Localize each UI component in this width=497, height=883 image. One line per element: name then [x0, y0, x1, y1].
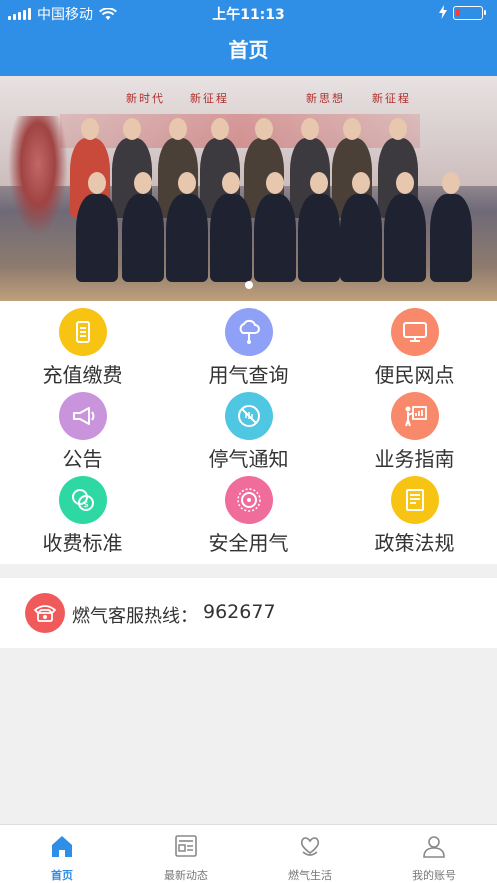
- menu-item-label: 业务指南: [374, 447, 455, 471]
- service-menu: 充值缴费 用气查询 便民网点 公告 停气通知 业务指南 $ 收费标准 安全用气 …: [0, 301, 497, 564]
- menu-item-label: 停气通知: [208, 447, 289, 471]
- banner-person-head: [134, 172, 152, 194]
- banner-person-head: [310, 172, 328, 194]
- page-title: 首页: [228, 38, 269, 62]
- menu-item-usage-query[interactable]: 用气查询: [166, 301, 331, 387]
- menu-item-gas-safety[interactable]: 安全用气: [166, 469, 331, 555]
- banner-person-head: [211, 118, 229, 140]
- banner-person-head: [343, 118, 361, 140]
- menu-item-announcement[interactable]: 公告: [0, 385, 165, 471]
- tab-gas-life[interactable]: 燃气生活: [248, 825, 372, 883]
- banner-person: [122, 194, 164, 282]
- menu-item-business-guide[interactable]: 业务指南: [332, 385, 497, 471]
- banner-person: [340, 194, 382, 282]
- tab-my-account[interactable]: 我的账号: [372, 825, 496, 883]
- banner-person: [430, 194, 472, 282]
- menu-item-label: 政策法规: [374, 531, 455, 555]
- banner-slogan: 新征程: [190, 92, 229, 105]
- home-icon: [52, 836, 72, 857]
- tab-label: 我的账号: [412, 869, 456, 882]
- banner-person-head: [169, 118, 187, 140]
- tab-label: 最新动态: [164, 869, 208, 882]
- menu-item-recharge[interactable]: 充值缴费: [0, 301, 165, 387]
- banner-person-head: [266, 172, 284, 194]
- battery-level: [456, 9, 460, 16]
- tab-news[interactable]: 最新动态: [124, 825, 248, 883]
- battery-icon: [453, 6, 486, 20]
- user-icon: [423, 836, 445, 858]
- banner-carousel[interactable]: 新时代 新征程 新思想 新征程: [0, 76, 497, 301]
- banner-slogan: 新思想: [306, 92, 345, 105]
- banner-person: [298, 194, 340, 282]
- menu-item-label: 充值缴费: [42, 363, 123, 387]
- banner-person-head: [301, 118, 319, 140]
- menu-item-policy[interactable]: 政策法规: [332, 469, 497, 555]
- banner-statue: [8, 116, 68, 236]
- banner-person-head: [352, 172, 370, 194]
- megaphone-icon: [59, 392, 107, 440]
- customer-hotline[interactable]: 燃气客服热线： 962677: [0, 578, 497, 648]
- banner-person-head: [88, 172, 106, 194]
- banner-person: [166, 194, 208, 282]
- banner-person: [76, 194, 118, 282]
- hotline-label: 燃气客服热线：: [72, 606, 198, 627]
- status-bar: 中国移动 上午11:13: [0, 0, 497, 26]
- heart-hand-icon: [300, 837, 320, 856]
- status-time: 上午11:13: [212, 7, 285, 23]
- banner-person-head: [178, 172, 196, 194]
- coins-icon: $: [59, 476, 107, 524]
- charging-icon: [439, 5, 447, 19]
- menu-item-service-points[interactable]: 便民网点: [332, 301, 497, 387]
- tab-label: 首页: [51, 869, 73, 882]
- menu-item-label: 收费标准: [42, 531, 123, 555]
- tab-label: 燃气生活: [288, 869, 332, 882]
- banner-person-head: [123, 118, 141, 140]
- no-gas-icon: [225, 392, 273, 440]
- tab-home[interactable]: 首页: [0, 825, 124, 883]
- tab-bar: 首页 最新动态 燃气生活 我的账号: [0, 824, 497, 883]
- banner-person-head: [389, 118, 407, 140]
- menu-item-gas-outage[interactable]: 停气通知: [166, 385, 331, 471]
- banner-slogan: 新征程: [372, 92, 411, 105]
- cloud-query-icon: [225, 308, 273, 356]
- menu-item-label: 安全用气: [208, 531, 289, 555]
- hotline-number[interactable]: 962677: [203, 601, 276, 623]
- monitor-icon: [391, 308, 439, 356]
- menu-item-label: 便民网点: [374, 363, 455, 387]
- nav-bar: 首页: [0, 26, 497, 76]
- banner-person-head: [396, 172, 414, 194]
- document-icon: [391, 476, 439, 524]
- menu-item-label: 用气查询: [208, 363, 289, 387]
- banner-red-banner: [60, 114, 420, 148]
- banner-person: [384, 194, 426, 282]
- carousel-dots: [0, 281, 497, 289]
- carousel-dot-active[interactable]: [244, 281, 253, 289]
- telephone-icon: [25, 593, 65, 633]
- safety-dial-icon: [225, 476, 273, 524]
- banner-person-head: [81, 118, 99, 140]
- presentation-icon: [391, 392, 439, 440]
- banner-person-head: [442, 172, 460, 194]
- banner-person-head: [255, 118, 273, 140]
- banner-slogan: 新时代: [126, 92, 165, 105]
- menu-item-label: 公告: [62, 447, 103, 471]
- banner-person: [210, 194, 252, 282]
- banner-person: [254, 194, 296, 282]
- banner-person-head: [222, 172, 240, 194]
- menu-item-fee-standard[interactable]: $ 收费标准: [0, 469, 165, 555]
- news-icon: [175, 835, 197, 857]
- svg-text:$: $: [83, 500, 89, 510]
- phone-payment-icon: [59, 308, 107, 356]
